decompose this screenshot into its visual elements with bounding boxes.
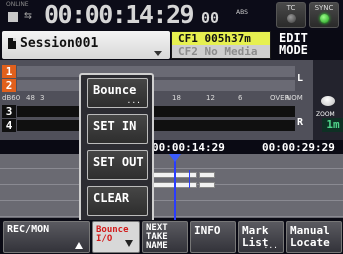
track-row[interactable]: 4 xyxy=(2,119,311,132)
ellipsis-icon: ... xyxy=(263,241,278,250)
db-tick: 3 xyxy=(40,94,45,102)
sync-label: SYNC xyxy=(314,4,334,12)
set-out-button[interactable]: SET OUT xyxy=(87,150,148,180)
info-label: INFO xyxy=(194,224,221,237)
track-meter xyxy=(17,66,295,77)
triangle-down-icon xyxy=(125,240,133,247)
session-name: Session001 xyxy=(20,36,99,51)
timeline-track-row xyxy=(0,202,343,217)
timeline-tc-start: 00:00:14:29 xyxy=(152,141,225,154)
right-channel-label: R xyxy=(297,117,304,128)
edit-mode-line2: MODE xyxy=(279,43,308,57)
media-cf1-status: CF1 005h37m xyxy=(172,32,270,45)
time-counter-subframes: 00 xyxy=(201,9,220,27)
track-meter xyxy=(17,106,295,117)
timeline-track-row xyxy=(0,186,343,201)
tc-label: TC xyxy=(286,4,296,12)
left-channel-label: L xyxy=(297,73,304,84)
function-button-bar: REC/MON Bounce I/O NEXT TAKE NAME INFO M… xyxy=(0,220,343,254)
track-row[interactable]: 2 xyxy=(2,79,311,92)
time-counter: 00:00:14:29 xyxy=(44,0,195,29)
edit-mode-label: EDIT MODE xyxy=(279,32,339,56)
channel-labels: L R xyxy=(293,65,313,135)
track-number: 4 xyxy=(2,119,16,132)
set-out-label: SET OUT xyxy=(93,155,144,169)
sync-button[interactable]: SYNC xyxy=(309,2,339,28)
zoom-label: ZOOM xyxy=(316,111,335,118)
db-tick: 6 xyxy=(238,94,243,102)
track-number: 3 xyxy=(2,105,16,118)
next-take-name-line3: NAME xyxy=(146,241,168,251)
rec-mon-label: REC/MON xyxy=(7,224,50,235)
manual-locate-button[interactable]: Manual Locate xyxy=(286,221,342,253)
track-number: 2 xyxy=(2,79,16,92)
triangle-up-icon xyxy=(75,242,83,249)
bounce-button[interactable]: Bounce ... xyxy=(87,78,148,108)
session-row: Session001 CF1 005h37m CF2 No Media EDIT… xyxy=(0,31,343,59)
timeline-tc-end: 00:00:29:29 xyxy=(262,141,335,154)
manual-locate-line2: Locate xyxy=(290,236,330,249)
bounce-popup-menu: Bounce ... SET IN SET OUT CLEAR xyxy=(79,73,154,223)
db-tick: 12 xyxy=(206,94,215,102)
next-take-name-label: NEXT TAKE NAME xyxy=(146,224,168,251)
rec-mon-button[interactable]: REC/MON xyxy=(3,221,90,253)
playhead[interactable] xyxy=(174,156,176,220)
track-row[interactable]: 1 xyxy=(2,65,311,78)
repeat-icon: ⇆ xyxy=(24,8,32,23)
online-label: ONLINE xyxy=(6,1,29,8)
tc-button[interactable]: TC xyxy=(276,2,306,28)
abs-label: ABS xyxy=(236,9,248,16)
zoom-value: 1m xyxy=(322,118,343,132)
next-take-name-button[interactable]: NEXT TAKE NAME xyxy=(142,221,188,253)
caret-down-icon xyxy=(154,51,162,56)
audio-clip[interactable] xyxy=(199,172,215,178)
bounce-io-line2: I/O xyxy=(96,234,113,244)
db-tick: 48 xyxy=(26,94,35,102)
db-tick: dB60 xyxy=(2,94,21,102)
bounce-label: Bounce xyxy=(93,83,137,97)
clear-label: CLEAR xyxy=(93,191,130,205)
track-row[interactable]: 3 xyxy=(2,105,311,118)
document-icon xyxy=(8,38,16,49)
playhead-marker-icon[interactable] xyxy=(169,154,181,162)
track-meter xyxy=(17,120,295,131)
track-meter xyxy=(17,80,295,91)
tc-led-icon xyxy=(287,14,296,23)
bounce-io-button[interactable]: Bounce I/O xyxy=(92,221,140,253)
info-button[interactable]: INFO xyxy=(190,221,236,253)
manual-locate-label: Manual Locate xyxy=(290,225,330,249)
stop-icon xyxy=(8,12,18,22)
media-cf2-status: CF2 No Media xyxy=(172,45,270,58)
ellipsis-icon: ... xyxy=(126,96,141,105)
db-tick: 18 xyxy=(172,94,181,102)
zoom-panel: ZOOM 1m xyxy=(313,60,343,150)
session-selector[interactable]: Session001 xyxy=(2,31,170,59)
audio-clip[interactable] xyxy=(199,182,215,188)
mark-list-button[interactable]: Mark List ... xyxy=(238,221,284,253)
track-meter-area: 1 2 dB60 48 3 18 12 6 OVER NOM 3 4 L R xyxy=(0,60,313,150)
set-in-label: SET IN xyxy=(93,119,137,133)
transport-bar: ONLINE ⇆ 00:00:14:29 00 ABS TC SYNC xyxy=(0,0,343,30)
media-status: CF1 005h37m CF2 No Media xyxy=(171,31,271,59)
zoom-knob-icon[interactable] xyxy=(321,96,335,106)
bounce-io-label: Bounce I/O xyxy=(96,226,129,244)
set-in-button[interactable]: SET IN xyxy=(87,114,148,144)
edit-point-line xyxy=(189,170,190,188)
sync-led-icon xyxy=(320,14,329,23)
clear-button[interactable]: CLEAR xyxy=(87,186,148,216)
track-number: 1 xyxy=(2,65,16,78)
